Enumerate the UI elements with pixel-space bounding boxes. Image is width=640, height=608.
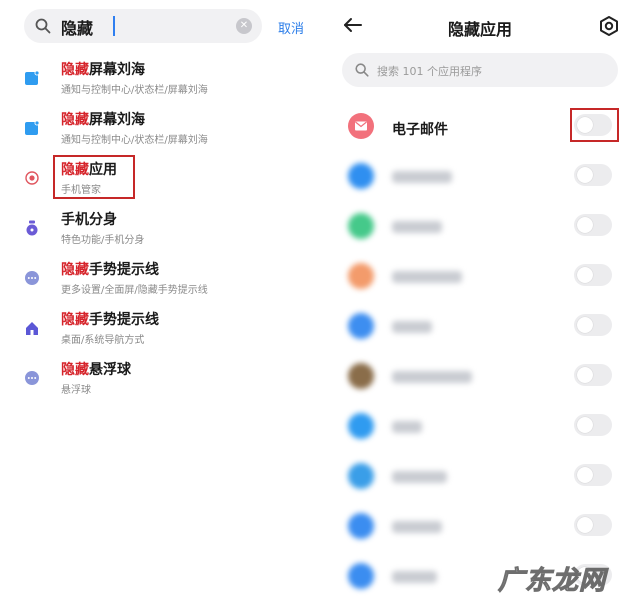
hide-app-toggle[interactable]: [574, 264, 612, 286]
search-icon: [355, 63, 369, 77]
hide-app-toggle[interactable]: [574, 414, 612, 436]
app-list-item[interactable]: [320, 408, 640, 458]
app-list-item[interactable]: [320, 508, 640, 558]
search-result-item[interactable]: 隐藏悬浮球 悬浮球: [0, 354, 320, 404]
highlight-box-email-toggle: [570, 108, 619, 142]
hide-app-toggle[interactable]: [574, 214, 612, 236]
result-title-text: 手势提示线: [89, 262, 159, 278]
app-icon: [348, 413, 374, 439]
app-icon: [348, 363, 374, 389]
watermark: 广东龙网: [497, 566, 607, 597]
matched-keyword: 隐藏: [61, 362, 89, 378]
search-result-item[interactable]: 隐藏应用 手机管家: [0, 154, 320, 204]
gear-icon[interactable]: [598, 15, 620, 37]
search-result-title: 手机分身: [61, 209, 117, 229]
app-search-bar[interactable]: 搜索 101 个应用程序: [342, 53, 618, 87]
page-title: 隐藏应用: [447, 20, 512, 39]
app-name: 电子邮件: [392, 122, 448, 138]
toggle-knob: [577, 217, 593, 233]
blurred-app-name: [392, 321, 432, 333]
more-settings-icon: [24, 270, 40, 286]
search-result-title: 隐藏悬浮球: [61, 359, 131, 379]
matched-keyword: 隐藏: [61, 112, 89, 128]
search-result-title: 隐藏屏幕刘海: [61, 59, 145, 79]
result-title-text: 屏幕刘海: [89, 62, 145, 78]
settings-search-bar[interactable]: 隐藏 ✕: [24, 9, 262, 43]
notch-settings-icon: [24, 70, 40, 86]
app-icon: [348, 313, 374, 339]
more-settings-icon: [24, 370, 40, 386]
matched-keyword: 隐藏: [61, 312, 89, 328]
hide-app-toggle[interactable]: [574, 164, 612, 186]
app-list-item[interactable]: [320, 358, 640, 408]
hide-app-toggle[interactable]: [574, 514, 612, 536]
blurred-app-name: [392, 371, 472, 383]
blurred-app-name: [392, 521, 442, 533]
hide-app-toggle[interactable]: [574, 464, 612, 486]
search-result-item[interactable]: 隐藏屏幕刘海通知与控制中心/状态栏/屏幕刘海: [0, 54, 320, 104]
result-title-text: 手势提示线: [89, 312, 159, 328]
matched-keyword: 隐藏: [61, 262, 89, 278]
toggle-knob: [577, 467, 593, 483]
search-result-path: 桌面/系统导航方式: [61, 335, 145, 346]
clear-search-icon[interactable]: ✕: [236, 18, 252, 34]
blurred-app-name: [392, 471, 447, 483]
result-title-text: 悬浮球: [89, 362, 131, 378]
search-result-path: 通知与控制中心/状态栏/屏幕刘海: [61, 85, 208, 96]
second-space-icon: [24, 220, 40, 236]
toggle-knob: [577, 317, 593, 333]
security-app-icon: [24, 170, 40, 186]
blurred-app-name: [392, 221, 442, 233]
email-app-icon: [348, 113, 374, 139]
hidden-apps-panel: 隐藏应用 搜索 101 个应用程序 电子邮件: [320, 0, 640, 599]
matched-keyword: 隐藏: [61, 62, 89, 78]
app-icon: [348, 463, 374, 489]
search-result-title: 隐藏屏幕刘海: [61, 109, 145, 129]
notch-settings-icon: [24, 120, 40, 136]
blurred-app-name: [392, 171, 452, 183]
search-result-path: 通知与控制中心/状态栏/屏幕刘海: [61, 135, 208, 146]
toggle-knob: [577, 517, 593, 533]
text-cursor: [113, 16, 115, 36]
settings-search-panel: 隐藏 ✕ 取消 隐藏屏幕刘海 通知与控制中心/状态栏/屏幕刘海 隐藏屏幕刘海 通知与控…: [0, 0, 320, 599]
app-icon: [348, 513, 374, 539]
blurred-app-name: [392, 271, 462, 283]
cancel-button[interactable]: 取消: [278, 18, 304, 37]
app-icon: [348, 163, 374, 189]
app-icon: [348, 213, 374, 239]
search-input[interactable]: 隐藏: [61, 15, 93, 39]
app-list-item[interactable]: [320, 458, 640, 508]
result-title-text: 手机分身: [61, 212, 117, 228]
search-result-title: 隐藏手势提示线: [61, 309, 159, 329]
search-result-item[interactable]: 隐藏屏幕刘海通知与控制中心/状态栏/屏幕刘海: [0, 104, 320, 154]
result-title-text: 屏幕刘海: [89, 112, 145, 128]
search-result-path: 悬浮球: [61, 385, 91, 396]
search-result-item[interactable]: 隐藏手势提示线更多设置/全面屏/隐藏手势提示线: [0, 254, 320, 304]
toggle-knob: [577, 417, 593, 433]
blurred-app-name: [392, 421, 422, 433]
blurred-app-name: [392, 571, 437, 583]
app-icon: [348, 563, 374, 589]
app-list-item[interactable]: [320, 158, 640, 208]
highlight-box-hide-apps: [53, 155, 135, 199]
search-result-path: 特色功能/手机分身: [61, 235, 145, 246]
search-result-item[interactable]: 手机分身特色功能/手机分身: [0, 204, 320, 254]
app-list-item[interactable]: [320, 208, 640, 258]
hide-app-toggle[interactable]: [574, 314, 612, 336]
home-icon: [24, 320, 40, 336]
search-result-title: 隐藏手势提示线: [61, 259, 159, 279]
toggle-knob: [577, 167, 593, 183]
search-result-path: 更多设置/全面屏/隐藏手势提示线: [61, 285, 208, 296]
search-result-item[interactable]: 隐藏手势提示线桌面/系统导航方式: [0, 304, 320, 354]
hide-app-toggle[interactable]: [574, 364, 612, 386]
toggle-knob: [577, 267, 593, 283]
app-list-item[interactable]: [320, 258, 640, 308]
app-icon: [348, 263, 374, 289]
app-search-input[interactable]: 搜索 101 个应用程序: [377, 63, 482, 79]
app-list-item[interactable]: [320, 308, 640, 358]
toggle-knob: [577, 367, 593, 383]
search-icon: [35, 18, 51, 34]
